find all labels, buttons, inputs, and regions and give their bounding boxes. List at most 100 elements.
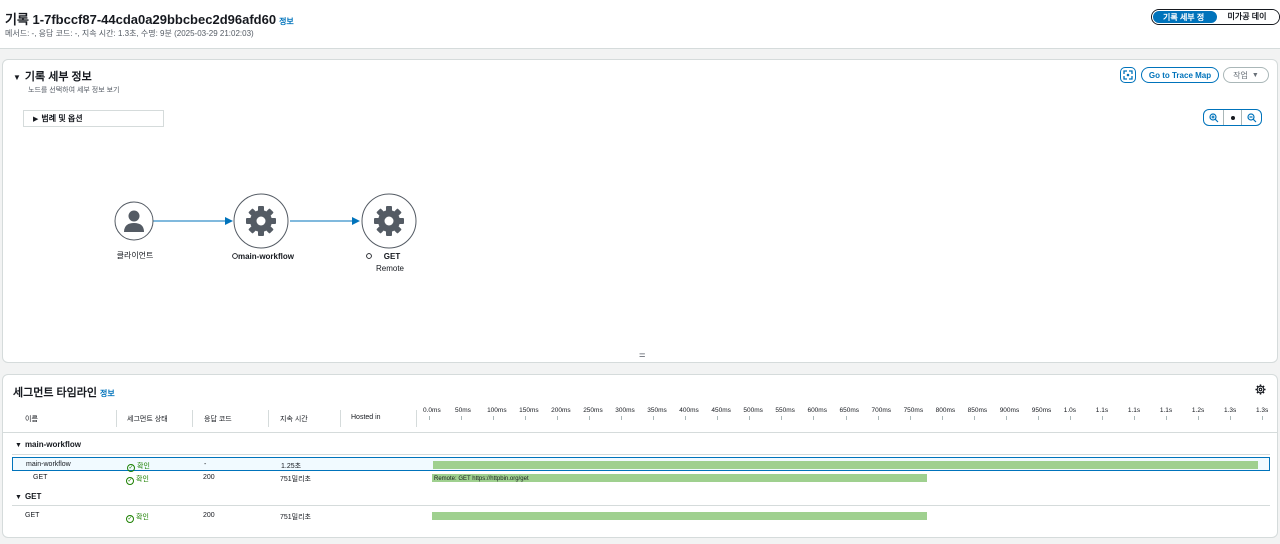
- node-sublabel-get: Remote: [375, 264, 404, 273]
- axis-tick-label: 1.1s: [1095, 407, 1109, 414]
- axis-tick-label: 350ms: [647, 407, 667, 414]
- axis-tick: [1101, 416, 1103, 420]
- axis-tick: [781, 416, 783, 420]
- node-client[interactable]: [114, 201, 154, 241]
- axis-tick: [557, 416, 559, 420]
- axis-tick-label: 550ms: [775, 407, 795, 414]
- axis-tick: [1069, 416, 1071, 420]
- axis-tick: [493, 416, 495, 420]
- tab-raw-data[interactable]: 미가공 데이터: [1217, 10, 1279, 24]
- timeline-title: 세그먼트 타임라인 정보: [13, 384, 115, 400]
- table-row[interactable]: GET ✓ 확인 200 751밀리초 Remote: GET https://h…: [12, 471, 1270, 485]
- node-label-main-workflow: main-workflow: [237, 252, 294, 261]
- group-header-get[interactable]: ▼ GET: [15, 492, 41, 501]
- axis-tick: [813, 416, 815, 420]
- timeline-bar[interactable]: Remote: GET https://httpbin.org/get: [432, 474, 927, 482]
- axis-tick: [1037, 416, 1039, 420]
- axis-tick-label: 100ms: [487, 407, 507, 414]
- settings-gear-icon[interactable]: [1255, 384, 1266, 395]
- axis-tick-label: 300ms: [615, 407, 635, 414]
- group-header-main-workflow[interactable]: ▼ main-workflow: [15, 440, 81, 449]
- row-divider: [12, 454, 1270, 455]
- axis-tick: [685, 416, 687, 420]
- axis-tick: [717, 416, 719, 420]
- col-header-status[interactable]: 세그먼트 상태: [127, 414, 168, 424]
- table-row[interactable]: main-workflow ✓ 확인 - 1.25초: [12, 457, 1270, 472]
- axis-tick-label: 900ms: [999, 407, 1020, 414]
- axis-tick-label: 950ms: [1031, 407, 1052, 414]
- duration: 751밀리초: [280, 476, 311, 483]
- axis-tick: [749, 416, 751, 420]
- timeline-header: 이름 세그먼트 상태 응답 코드 지속 시간 Hosted in 0.0ms 50…: [3, 405, 1277, 433]
- trace-details-panel: ▼ 기록 세부 정보 노드를 선택하여 세부 정보 보기 Go to Trace …: [2, 59, 1278, 363]
- axis-tick-label: 50ms: [455, 407, 471, 414]
- col-header-response-code[interactable]: 응답 코드: [204, 414, 232, 424]
- response-code: -: [204, 461, 207, 468]
- response-code: 200: [203, 474, 215, 481]
- duration: 751밀리초: [280, 514, 311, 521]
- timeline-bar[interactable]: [432, 512, 927, 520]
- column-divider: [416, 410, 417, 427]
- axis-tick: [621, 416, 623, 420]
- column-divider: [340, 410, 341, 427]
- axis-tick: [653, 416, 655, 420]
- column-divider: [268, 410, 269, 427]
- axis-tick: [589, 416, 591, 420]
- table-row[interactable]: GET ✓ 확인 200 751밀리초: [12, 509, 1270, 523]
- axis-tick-label: 1.1s: [1127, 407, 1141, 414]
- axis-tick-label: 250ms: [583, 407, 603, 414]
- axis-tick: [1133, 416, 1135, 420]
- check-circle-icon: ✓: [126, 477, 134, 485]
- axis-tick-label: 150ms: [519, 407, 539, 414]
- duration: 1.25초: [281, 463, 302, 470]
- resize-handle[interactable]: =: [639, 350, 645, 362]
- node-label-get: GET: [383, 252, 401, 261]
- view-toggle: 기록 세부 정보 미가공 데이터: [1151, 9, 1280, 25]
- bar-label: Remote: GET https://httpbin.org/get: [434, 476, 529, 482]
- gear-icon: [374, 206, 404, 236]
- col-header-duration[interactable]: 지속 시간: [280, 414, 308, 424]
- page-header: 기록 1-7fbccf87-44cda0a29bbcbec2d96afd60 정보…: [0, 0, 1280, 49]
- axis-tick: [1229, 416, 1231, 420]
- timeline-bar[interactable]: [433, 461, 1258, 469]
- axis-tick: [1197, 416, 1199, 420]
- status-label: 확인: [136, 476, 149, 483]
- group-label: main-workflow: [24, 440, 81, 449]
- status-label: 확인: [136, 514, 149, 521]
- axis-tick: [973, 416, 975, 420]
- check-circle-icon: ✓: [126, 515, 134, 523]
- service-map: [114, 193, 417, 259]
- segment-name: GET: [33, 474, 48, 481]
- axis-tick-label: 1.3s: [1223, 407, 1237, 414]
- row-divider: [12, 505, 1270, 506]
- node-main-workflow[interactable]: [233, 193, 289, 249]
- axis-tick-label: 500ms: [743, 407, 763, 414]
- trace-summary: 메서드: -, 응답 코드: -, 지속 시간: 1.3초, 수명: 9분 (2…: [5, 29, 254, 38]
- axis-tick: [1262, 416, 1263, 420]
- axis-tick-label: 450ms: [711, 407, 731, 414]
- axis-tick-label: 1.1s: [1159, 407, 1173, 414]
- segment-timeline-panel: 세그먼트 타임라인 정보 이름 세그먼트 상태 응답 코드 지속 시간 Hoste…: [2, 374, 1278, 538]
- column-divider: [116, 410, 117, 427]
- info-link[interactable]: 정보: [279, 17, 294, 26]
- axis-tick-label: 1.2s: [1191, 407, 1205, 414]
- axis-tick-label: 600ms: [807, 407, 827, 414]
- tab-trace-details[interactable]: 기록 세부 정보: [1152, 10, 1218, 24]
- segment-name: main-workflow: [26, 461, 71, 468]
- segment-name: GET: [25, 512, 40, 519]
- col-header-hosted-in[interactable]: Hosted in: [351, 414, 381, 421]
- info-link[interactable]: 정보: [100, 389, 115, 398]
- node-get[interactable]: [361, 193, 417, 249]
- axis-tick: [525, 416, 527, 420]
- caret-down-icon: ▼: [15, 494, 22, 501]
- axis-tick-label: 400ms: [679, 407, 699, 414]
- axis-tick-label: 800ms: [935, 407, 956, 414]
- col-header-name[interactable]: 이름: [25, 414, 38, 424]
- response-code: 200: [203, 512, 215, 519]
- axis-tick: [461, 416, 463, 420]
- node-label-client: 클라이언트: [116, 251, 154, 260]
- axis-tick: [429, 416, 430, 420]
- axis-tick-label: 650ms: [839, 407, 860, 414]
- timeline-title-label: 세그먼트 타임라인: [13, 387, 98, 399]
- axis-tick-label: 200ms: [551, 407, 571, 414]
